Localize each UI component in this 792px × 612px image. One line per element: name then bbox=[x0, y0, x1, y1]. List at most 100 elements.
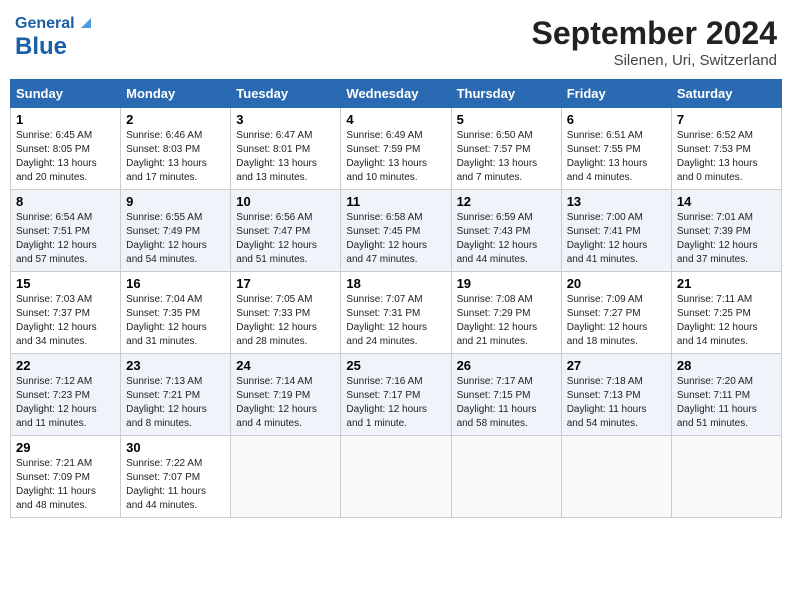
title-area: September 2024 Silenen, Uri, Switzerland bbox=[532, 15, 777, 69]
month-title: September 2024 bbox=[532, 15, 777, 52]
calendar-week-row: 1Sunrise: 6:45 AMSunset: 8:05 PMDaylight… bbox=[11, 108, 782, 190]
calendar-cell: 11 Sunrise: 6:58 AMSunset: 7:45 PMDayligh… bbox=[341, 190, 451, 272]
day-info: Sunrise: 7:22 AMSunset: 7:07 PMDaylight:… bbox=[126, 457, 225, 513]
day-info: Sunrise: 7:05 AMSunset: 7:33 PMDaylight:… bbox=[236, 293, 335, 349]
day-number: 30 bbox=[126, 440, 225, 455]
calendar-cell bbox=[341, 436, 451, 518]
day-info: Sunrise: 7:07 AMSunset: 7:31 PMDaylight:… bbox=[346, 293, 445, 349]
day-info: Sunrise: 6:45 AMSunset: 8:05 PMDaylight:… bbox=[16, 129, 115, 185]
weekday-header-saturday: Saturday bbox=[671, 80, 781, 108]
calendar-cell bbox=[671, 436, 781, 518]
calendar-cell: 29 Sunrise: 7:21 AMSunset: 7:09 PMDayligh… bbox=[11, 436, 121, 518]
day-number: 9 bbox=[126, 194, 225, 209]
calendar-table: SundayMondayTuesdayWednesdayThursdayFrid… bbox=[10, 79, 782, 518]
day-info: Sunrise: 7:21 AMSunset: 7:09 PMDaylight:… bbox=[16, 457, 115, 513]
weekday-header-monday: Monday bbox=[121, 80, 231, 108]
calendar-cell bbox=[231, 436, 341, 518]
calendar-cell: 4 Sunrise: 6:49 AMSunset: 7:59 PMDaylight… bbox=[341, 108, 451, 190]
day-number: 24 bbox=[236, 358, 335, 373]
day-number: 23 bbox=[126, 358, 225, 373]
day-number: 12 bbox=[457, 194, 556, 209]
calendar-cell: 19Sunrise: 7:08 AMSunset: 7:29 PMDayligh… bbox=[451, 272, 561, 354]
day-info: Sunrise: 6:54 AMSunset: 7:51 PMDaylight:… bbox=[16, 211, 115, 267]
day-info: Sunrise: 7:00 AMSunset: 7:41 PMDaylight:… bbox=[567, 211, 666, 267]
calendar-cell: 26 Sunrise: 7:17 AMSunset: 7:15 PMDayligh… bbox=[451, 354, 561, 436]
calendar-cell: 13Sunrise: 7:00 AMSunset: 7:41 PMDayligh… bbox=[561, 190, 671, 272]
day-info: Sunrise: 6:50 AMSunset: 7:57 PMDaylight:… bbox=[457, 129, 556, 185]
calendar-cell: 27 Sunrise: 7:18 AMSunset: 7:13 PMDayligh… bbox=[561, 354, 671, 436]
day-number: 6 bbox=[567, 112, 666, 127]
calendar-week-row: 15Sunrise: 7:03 AMSunset: 7:37 PMDayligh… bbox=[11, 272, 782, 354]
calendar-week-row: 22Sunrise: 7:12 AMSunset: 7:23 PMDayligh… bbox=[11, 354, 782, 436]
day-number: 17 bbox=[236, 276, 335, 291]
day-number: 7 bbox=[677, 112, 776, 127]
calendar-cell: 10 Sunrise: 6:56 AMSunset: 7:47 PMDayligh… bbox=[231, 190, 341, 272]
calendar-cell: 15Sunrise: 7:03 AMSunset: 7:37 PMDayligh… bbox=[11, 272, 121, 354]
day-info: Sunrise: 6:46 AMSunset: 8:03 PMDaylight:… bbox=[126, 129, 225, 185]
weekday-header-sunday: Sunday bbox=[11, 80, 121, 108]
calendar-cell: 20 Sunrise: 7:09 AMSunset: 7:27 PMDayligh… bbox=[561, 272, 671, 354]
calendar-cell: 16 Sunrise: 7:04 AMSunset: 7:35 PMDayligh… bbox=[121, 272, 231, 354]
day-info: Sunrise: 7:01 AMSunset: 7:39 PMDaylight:… bbox=[677, 211, 776, 267]
calendar-cell: 24 Sunrise: 7:14 AMSunset: 7:19 PMDayligh… bbox=[231, 354, 341, 436]
day-number: 16 bbox=[126, 276, 225, 291]
day-info: Sunrise: 6:55 AMSunset: 7:49 PMDaylight:… bbox=[126, 211, 225, 267]
logo-blue-text: Blue bbox=[15, 33, 67, 60]
day-number: 4 bbox=[346, 112, 445, 127]
day-info: Sunrise: 7:03 AMSunset: 7:37 PMDaylight:… bbox=[16, 293, 115, 349]
day-info: Sunrise: 6:49 AMSunset: 7:59 PMDaylight:… bbox=[346, 129, 445, 185]
day-info: Sunrise: 7:08 AMSunset: 7:29 PMDaylight:… bbox=[457, 293, 556, 349]
day-info: Sunrise: 6:56 AMSunset: 7:47 PMDaylight:… bbox=[236, 211, 335, 267]
logo-general-text: General bbox=[15, 15, 75, 33]
day-number: 26 bbox=[457, 358, 556, 373]
calendar-cell bbox=[451, 436, 561, 518]
day-number: 27 bbox=[567, 358, 666, 373]
day-number: 2 bbox=[126, 112, 225, 127]
calendar-cell: 17 Sunrise: 7:05 AMSunset: 7:33 PMDayligh… bbox=[231, 272, 341, 354]
day-info: Sunrise: 6:52 AMSunset: 7:53 PMDaylight:… bbox=[677, 129, 776, 185]
day-number: 10 bbox=[236, 194, 335, 209]
day-info: Sunrise: 7:14 AMSunset: 7:19 PMDaylight:… bbox=[236, 375, 335, 431]
day-info: Sunrise: 6:59 AMSunset: 7:43 PMDaylight:… bbox=[457, 211, 556, 267]
calendar-body: 1Sunrise: 6:45 AMSunset: 8:05 PMDaylight… bbox=[11, 108, 782, 518]
day-number: 28 bbox=[677, 358, 776, 373]
calendar-cell: 9 Sunrise: 6:55 AMSunset: 7:49 PMDaylight… bbox=[121, 190, 231, 272]
day-info: Sunrise: 7:13 AMSunset: 7:21 PMDaylight:… bbox=[126, 375, 225, 431]
day-info: Sunrise: 7:16 AMSunset: 7:17 PMDaylight:… bbox=[346, 375, 445, 431]
day-number: 14 bbox=[677, 194, 776, 209]
location-title: Silenen, Uri, Switzerland bbox=[532, 52, 777, 69]
calendar-cell: 21 Sunrise: 7:11 AMSunset: 7:25 PMDayligh… bbox=[671, 272, 781, 354]
weekday-header-wednesday: Wednesday bbox=[341, 80, 451, 108]
calendar-cell: 12 Sunrise: 6:59 AMSunset: 7:43 PMDayligh… bbox=[451, 190, 561, 272]
day-number: 18 bbox=[346, 276, 445, 291]
calendar-cell: 30 Sunrise: 7:22 AMSunset: 7:07 PMDayligh… bbox=[121, 436, 231, 518]
calendar-cell: 25 Sunrise: 7:16 AMSunset: 7:17 PMDayligh… bbox=[341, 354, 451, 436]
weekday-header-thursday: Thursday bbox=[451, 80, 561, 108]
day-info: Sunrise: 7:11 AMSunset: 7:25 PMDaylight:… bbox=[677, 293, 776, 349]
day-number: 20 bbox=[567, 276, 666, 291]
calendar-cell bbox=[561, 436, 671, 518]
calendar-cell: 22Sunrise: 7:12 AMSunset: 7:23 PMDayligh… bbox=[11, 354, 121, 436]
day-info: Sunrise: 7:04 AMSunset: 7:35 PMDaylight:… bbox=[126, 293, 225, 349]
day-info: Sunrise: 6:47 AMSunset: 8:01 PMDaylight:… bbox=[236, 129, 335, 185]
calendar-cell: 7 Sunrise: 6:52 AMSunset: 7:53 PMDaylight… bbox=[671, 108, 781, 190]
day-number: 3 bbox=[236, 112, 335, 127]
day-info: Sunrise: 6:58 AMSunset: 7:45 PMDaylight:… bbox=[346, 211, 445, 267]
calendar-cell: 3 Sunrise: 6:47 AMSunset: 8:01 PMDaylight… bbox=[231, 108, 341, 190]
weekday-header-friday: Friday bbox=[561, 80, 671, 108]
day-number: 21 bbox=[677, 276, 776, 291]
day-info: Sunrise: 7:09 AMSunset: 7:27 PMDaylight:… bbox=[567, 293, 666, 349]
logo-triangle-icon bbox=[77, 14, 95, 32]
day-number: 29 bbox=[16, 440, 115, 455]
day-number: 25 bbox=[346, 358, 445, 373]
calendar-cell: 2 Sunrise: 6:46 AMSunset: 8:03 PMDaylight… bbox=[121, 108, 231, 190]
calendar-cell: 6Sunrise: 6:51 AMSunset: 7:55 PMDaylight… bbox=[561, 108, 671, 190]
page-header: General Blue September 2024 Silenen, Uri… bbox=[10, 10, 782, 69]
day-info: Sunrise: 7:20 AMSunset: 7:11 PMDaylight:… bbox=[677, 375, 776, 431]
calendar-cell: 5Sunrise: 6:50 AMSunset: 7:57 PMDaylight… bbox=[451, 108, 561, 190]
calendar-cell: 18 Sunrise: 7:07 AMSunset: 7:31 PMDayligh… bbox=[341, 272, 451, 354]
day-info: Sunrise: 7:17 AMSunset: 7:15 PMDaylight:… bbox=[457, 375, 556, 431]
calendar-week-row: 8Sunrise: 6:54 AMSunset: 7:51 PMDaylight… bbox=[11, 190, 782, 272]
day-info: Sunrise: 7:18 AMSunset: 7:13 PMDaylight:… bbox=[567, 375, 666, 431]
day-number: 11 bbox=[346, 194, 445, 209]
